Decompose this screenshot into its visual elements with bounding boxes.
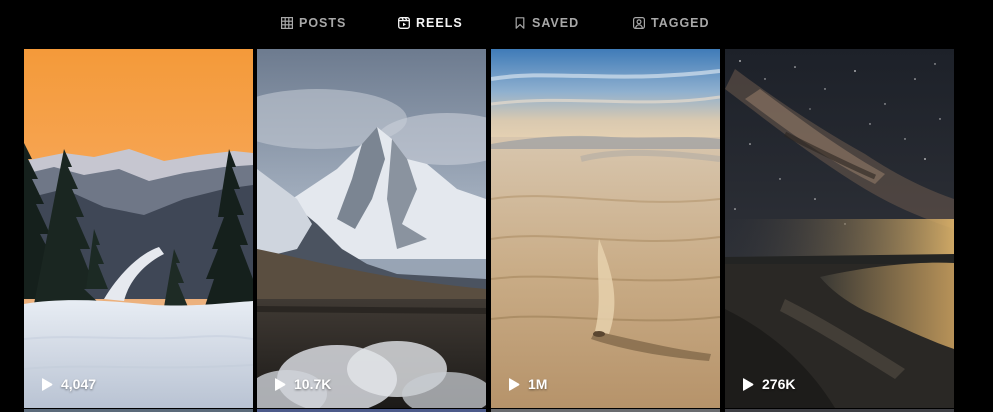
tab-posts-label: POSTS (299, 16, 347, 30)
play-icon (508, 377, 520, 391)
grid-icon (281, 17, 293, 29)
tab-saved-label: SAVED (532, 16, 580, 30)
reel-thumbnail[interactable]: 276K (725, 49, 954, 408)
tab-tagged[interactable]: TAGGED (633, 0, 710, 46)
reel-thumbnail[interactable]: 10.7K (257, 49, 486, 408)
tab-tagged-label: TAGGED (651, 16, 710, 30)
reel-image-misty-peak (257, 49, 486, 408)
view-count: 4,047 (41, 376, 96, 392)
profile-tabs: POSTS REELS SAVED TAGGED (0, 0, 993, 46)
play-icon (274, 377, 286, 391)
tab-saved[interactable]: SAVED (514, 0, 579, 46)
view-count: 276K (742, 376, 795, 392)
reel-image-milky-way (725, 49, 954, 408)
reel-image-sunset-snow (24, 49, 253, 408)
reels-icon (398, 17, 410, 29)
reel-thumbnail[interactable]: 4,047 (24, 49, 253, 408)
view-count-label: 10.7K (294, 376, 332, 392)
tab-posts[interactable]: POSTS (281, 0, 346, 46)
view-count-label: 276K (762, 376, 796, 392)
bookmark-icon (514, 17, 526, 29)
view-count: 1M (508, 376, 547, 392)
view-count-label: 1M (528, 376, 548, 392)
reel-image-sand-dunes (491, 49, 720, 408)
play-icon (742, 377, 754, 391)
tab-reels[interactable]: REELS (398, 0, 463, 46)
reel-thumbnail[interactable]: 1M (491, 49, 720, 408)
view-count: 10.7K (274, 376, 331, 392)
tab-reels-label: REELS (416, 16, 463, 30)
play-icon (41, 377, 53, 391)
tagged-user-icon (633, 17, 645, 29)
view-count-label: 4,047 (61, 376, 97, 392)
profile-reels-page: POSTS REELS SAVED TAGGED 4,047 10.7K 1M … (0, 0, 993, 412)
